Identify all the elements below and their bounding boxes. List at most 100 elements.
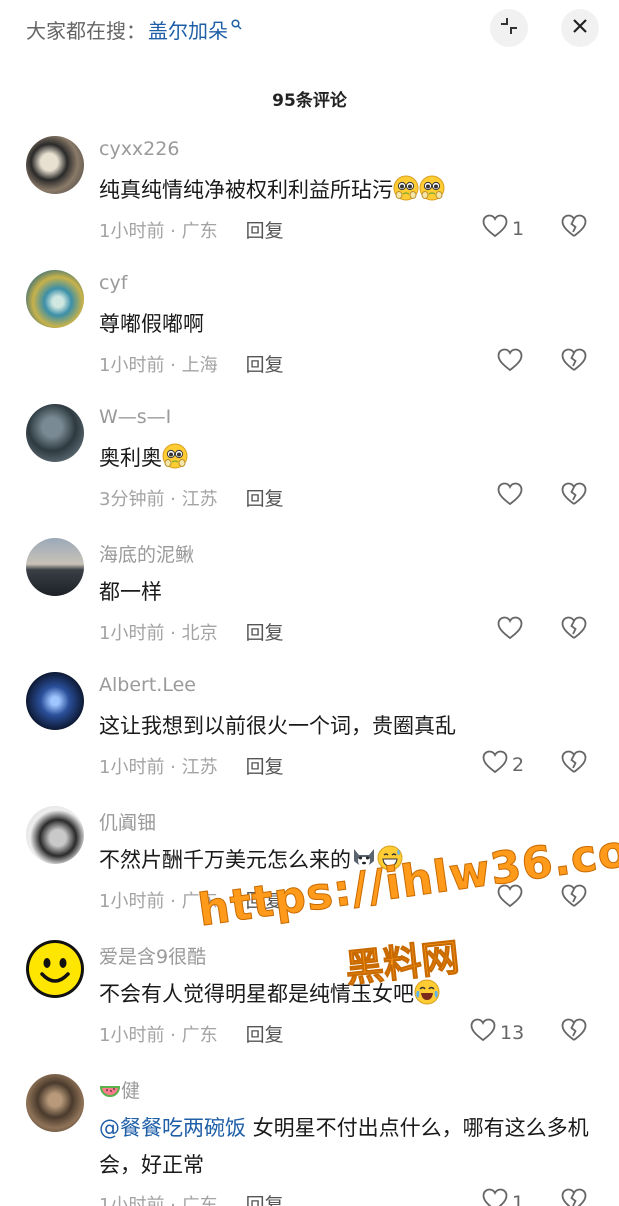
comment-meta: 1小时前 · 广东 回复 bbox=[99, 1190, 284, 1206]
broken-heart-icon bbox=[561, 482, 587, 510]
pleading-face-emoji bbox=[419, 175, 445, 201]
comment-item: W—s—I 奥利奥 3分钟前 · 江苏 回复 bbox=[0, 404, 619, 514]
comment-meta: 1小时前 · 广东 回复 bbox=[99, 890, 284, 912]
reply-button[interactable]: 回复 bbox=[246, 1024, 284, 1046]
comment-time: 1小时前 bbox=[99, 757, 165, 778]
avatar[interactable] bbox=[26, 136, 84, 194]
comment-item: 爱是含9很酷 不会有人觉得明星都是纯情玉女吧 1小时前 · 广东 回复 13 bbox=[0, 940, 619, 1050]
comment-body: 不然片酬千万美元怎么来的 bbox=[99, 848, 351, 872]
comment-time: 1小时前 bbox=[99, 1195, 165, 1206]
comment-text[interactable]: @餐餐吃两碗饭 女明星不付出点什么，哪有这么多机会，好正常 bbox=[99, 1110, 599, 1184]
comment-time: 3分钟前 bbox=[99, 489, 165, 510]
heart-icon bbox=[482, 750, 508, 779]
comment-text[interactable]: 不会有人觉得明星都是纯情玉女吧 bbox=[99, 976, 599, 1013]
username[interactable]: cyf bbox=[99, 272, 127, 294]
username[interactable]: 健 bbox=[99, 1076, 140, 1103]
pleading-face-emoji bbox=[393, 175, 419, 201]
broken-heart-icon bbox=[561, 348, 587, 376]
watermelon-emoji bbox=[99, 1079, 121, 1101]
comment-text[interactable]: 奥利奥 bbox=[99, 440, 599, 477]
like-count: 1 bbox=[512, 217, 525, 240]
comment-meta: 1小时前 · 北京 回复 bbox=[99, 622, 284, 644]
comment-time: 1小时前 bbox=[99, 623, 165, 644]
username[interactable]: 海底的泥鳅 bbox=[99, 540, 194, 567]
mention-link[interactable]: @餐餐吃两碗饭 bbox=[99, 1116, 246, 1140]
reply-button[interactable]: 回复 bbox=[246, 220, 284, 242]
dislike-button[interactable] bbox=[561, 1188, 587, 1206]
comment-region: 广东 bbox=[181, 891, 218, 912]
broken-heart-icon bbox=[561, 616, 587, 644]
pleading-face-emoji bbox=[162, 443, 188, 469]
reply-button[interactable]: 回复 bbox=[246, 354, 284, 376]
comment-body: 这让我想到以前很火一个词，贵圈真乱 bbox=[99, 714, 456, 738]
dislike-button[interactable] bbox=[561, 884, 587, 912]
comment-text[interactable]: 这让我想到以前很火一个词，贵圈真乱 bbox=[99, 708, 599, 745]
comment-text[interactable]: 尊嘟假嘟啊 bbox=[99, 306, 599, 343]
comment-region: 上海 bbox=[181, 355, 218, 376]
username[interactable]: Albert.Lee bbox=[99, 674, 196, 696]
comment-item: Albert.Lee 这让我想到以前很火一个词，贵圈真乱 1小时前 · 江苏 回复… bbox=[0, 672, 619, 782]
heart-icon bbox=[497, 348, 523, 377]
reply-button[interactable]: 回复 bbox=[246, 1194, 284, 1206]
comment-item: cyf 尊嘟假嘟啊 1小时前 · 上海 回复 bbox=[0, 270, 619, 380]
comment-text[interactable]: 不然片酬千万美元怎么来的 bbox=[99, 842, 599, 879]
heart-icon bbox=[482, 214, 508, 243]
comment-page: 大家都在搜： 盖尔加朵 95条评论 cyxx226 纯真纯情纯净被权利利益所玷污… bbox=[0, 0, 619, 1206]
username-text: 健 bbox=[121, 1080, 141, 1102]
comment-text[interactable]: 都一样 bbox=[99, 574, 599, 611]
broken-heart-icon bbox=[561, 1018, 587, 1046]
heart-icon bbox=[470, 1018, 496, 1047]
comment-region: 广东 bbox=[181, 1025, 218, 1046]
username[interactable]: 爱是含9很酷 bbox=[99, 942, 206, 969]
reply-button[interactable]: 回复 bbox=[246, 756, 284, 778]
like-button[interactable] bbox=[497, 482, 527, 511]
avatar[interactable] bbox=[26, 404, 84, 462]
like-count: 13 bbox=[500, 1021, 525, 1044]
reply-button[interactable]: 回复 bbox=[246, 890, 284, 912]
comment-time: 1小时前 bbox=[99, 891, 165, 912]
dislike-button[interactable] bbox=[561, 348, 587, 376]
close-button[interactable] bbox=[561, 9, 599, 47]
avatar[interactable] bbox=[26, 940, 84, 998]
comment-region: 江苏 bbox=[181, 489, 218, 510]
avatar[interactable] bbox=[26, 538, 84, 596]
like-button[interactable] bbox=[497, 348, 527, 377]
dislike-button[interactable] bbox=[561, 750, 587, 778]
reply-button[interactable]: 回复 bbox=[246, 622, 284, 644]
like-button[interactable]: 1 bbox=[482, 214, 524, 243]
dislike-button[interactable] bbox=[561, 616, 587, 644]
like-button[interactable] bbox=[497, 616, 527, 645]
username[interactable]: W—s—I bbox=[99, 406, 171, 428]
comment-body: 都一样 bbox=[99, 580, 162, 604]
dislike-button[interactable] bbox=[561, 214, 587, 242]
like-button[interactable]: 1 bbox=[482, 1188, 524, 1206]
dislike-button[interactable] bbox=[561, 1018, 587, 1046]
like-button[interactable]: 2 bbox=[482, 750, 524, 779]
reply-button[interactable]: 回复 bbox=[246, 488, 284, 510]
comment-text[interactable]: 纯真纯情纯净被权利利益所玷污 bbox=[99, 172, 599, 209]
broken-heart-icon bbox=[561, 214, 587, 242]
username[interactable]: cyxx226 bbox=[99, 138, 179, 160]
like-count: 1 bbox=[512, 1191, 525, 1206]
search-mini-icon bbox=[231, 11, 242, 35]
grin-sweat-emoji bbox=[377, 845, 403, 871]
collapse-button[interactable] bbox=[490, 9, 528, 47]
comment-body: 尊嘟假嘟啊 bbox=[99, 312, 204, 336]
like-button[interactable] bbox=[497, 884, 527, 913]
husky-emoji bbox=[351, 845, 377, 871]
username[interactable]: 仉阗钿 bbox=[99, 808, 156, 835]
avatar[interactable] bbox=[26, 270, 84, 328]
broken-heart-icon bbox=[561, 1188, 587, 1206]
avatar[interactable] bbox=[26, 672, 84, 730]
like-count: 2 bbox=[512, 753, 525, 776]
laugh-cry-emoji bbox=[414, 979, 440, 1005]
search-keyword[interactable]: 盖尔加朵 bbox=[148, 15, 228, 44]
like-button[interactable]: 13 bbox=[470, 1018, 524, 1047]
comment-item: 仉阗钿 不然片酬千万美元怎么来的 1小时前 · 广东 回复 bbox=[0, 806, 619, 916]
comment-region: 江苏 bbox=[181, 757, 218, 778]
search-suggestion[interactable]: 大家都在搜： 盖尔加朵 bbox=[26, 14, 242, 44]
dislike-button[interactable] bbox=[561, 482, 587, 510]
avatar[interactable] bbox=[26, 1074, 84, 1132]
avatar[interactable] bbox=[26, 806, 84, 864]
collapse-icon bbox=[498, 15, 520, 41]
